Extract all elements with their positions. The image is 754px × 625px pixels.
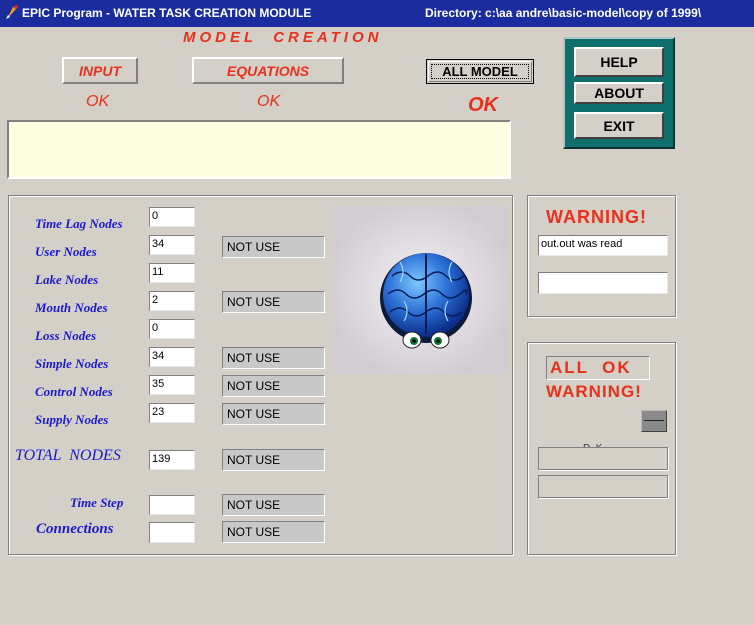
node-label-supply: Supply Nodes — [35, 412, 109, 427]
time-step-status: NOT USE — [222, 494, 325, 516]
node-label-time-lag: Time Lag Nodes — [35, 216, 123, 231]
node-status-user: NOT USE — [222, 236, 325, 258]
node-label-user: User Nodes — [35, 244, 97, 259]
status-field-1 — [538, 447, 668, 470]
menu-panel: HELP ABOUT EXIT — [563, 37, 675, 149]
node-value-loss[interactable]: 0 — [149, 319, 195, 339]
connections-label: Connections — [36, 521, 114, 537]
node-value-control[interactable]: 35 — [149, 375, 195, 395]
app-icon — [6, 5, 18, 19]
all-model-status: OK — [468, 94, 498, 116]
all-model-button-label: ALL MODEL — [442, 64, 518, 79]
node-label-control: Control Nodes — [35, 384, 113, 399]
node-value-user[interactable]: 34 — [149, 235, 195, 255]
all-ok-box: ALL OK — [546, 356, 650, 380]
warning-message-field[interactable]: out.out was read — [538, 235, 668, 256]
warning-second-field[interactable] — [538, 272, 668, 294]
warning-title: WARNING! — [546, 207, 647, 227]
connections-input[interactable] — [149, 522, 195, 543]
node-status-supply: NOT USE — [222, 403, 325, 425]
status-indicator — [641, 410, 667, 432]
node-status-mouth: NOT USE — [222, 291, 325, 313]
window-title: EPIC Program - WATER TASK CREATION MODUL… — [22, 6, 312, 20]
input-button[interactable]: INPUT — [62, 57, 138, 84]
message-box — [7, 120, 511, 179]
node-status-simple: NOT USE — [222, 347, 325, 369]
total-nodes-label: TOTAL NODES — [15, 447, 121, 464]
equations-button-label: EQUATIONS — [226, 62, 310, 79]
total-nodes-status: NOT USE — [222, 449, 325, 471]
node-value-supply[interactable]: 23 — [149, 403, 195, 423]
exit-button-label: EXIT — [603, 117, 635, 134]
node-value-simple[interactable]: 34 — [149, 347, 195, 367]
help-button-label: HELP — [600, 54, 638, 70]
node-status-control: NOT USE — [222, 375, 325, 397]
input-button-label: INPUT — [79, 62, 121, 79]
equations-button[interactable]: EQUATIONS — [192, 57, 344, 84]
node-label-loss: Loss Nodes — [35, 328, 97, 343]
node-label-simple: Simple Nodes — [35, 356, 109, 371]
time-step-label: Time Step — [70, 495, 124, 510]
all-model-button[interactable]: ALL MODEL — [426, 59, 534, 84]
connections-status: NOT USE — [222, 521, 325, 543]
node-label-mouth: Mouth Nodes — [35, 300, 108, 315]
input-status: OK — [86, 93, 110, 110]
title-bar: EPIC Program - WATER TASK CREATION MODUL… — [0, 0, 754, 27]
about-button[interactable]: ABOUT — [574, 82, 664, 104]
brain-image — [334, 206, 507, 374]
status-partial-text: D K — [583, 440, 643, 447]
node-label-lake: Lake Nodes — [35, 272, 99, 287]
directory-path: Directory: c:\aa andre\basic-model\copy … — [425, 6, 702, 20]
status-warning-label: WARNING! — [546, 382, 642, 401]
help-button[interactable]: HELP — [574, 47, 664, 77]
node-value-lake[interactable]: 11 — [149, 263, 195, 283]
exit-button[interactable]: EXIT — [574, 112, 664, 139]
status-field-2 — [538, 475, 668, 498]
node-value-time-lag[interactable]: 0 — [149, 207, 195, 227]
brain-icon — [334, 206, 507, 374]
time-step-input[interactable] — [149, 495, 195, 515]
about-button-label: ABOUT — [594, 85, 644, 101]
total-nodes-value[interactable]: 139 — [149, 450, 195, 470]
model-creation-heading: MODEL CREATION — [183, 29, 383, 46]
all-ok-label: ALL OK — [550, 358, 632, 377]
node-value-mouth[interactable]: 2 — [149, 291, 195, 311]
equations-status: OK — [257, 93, 281, 110]
